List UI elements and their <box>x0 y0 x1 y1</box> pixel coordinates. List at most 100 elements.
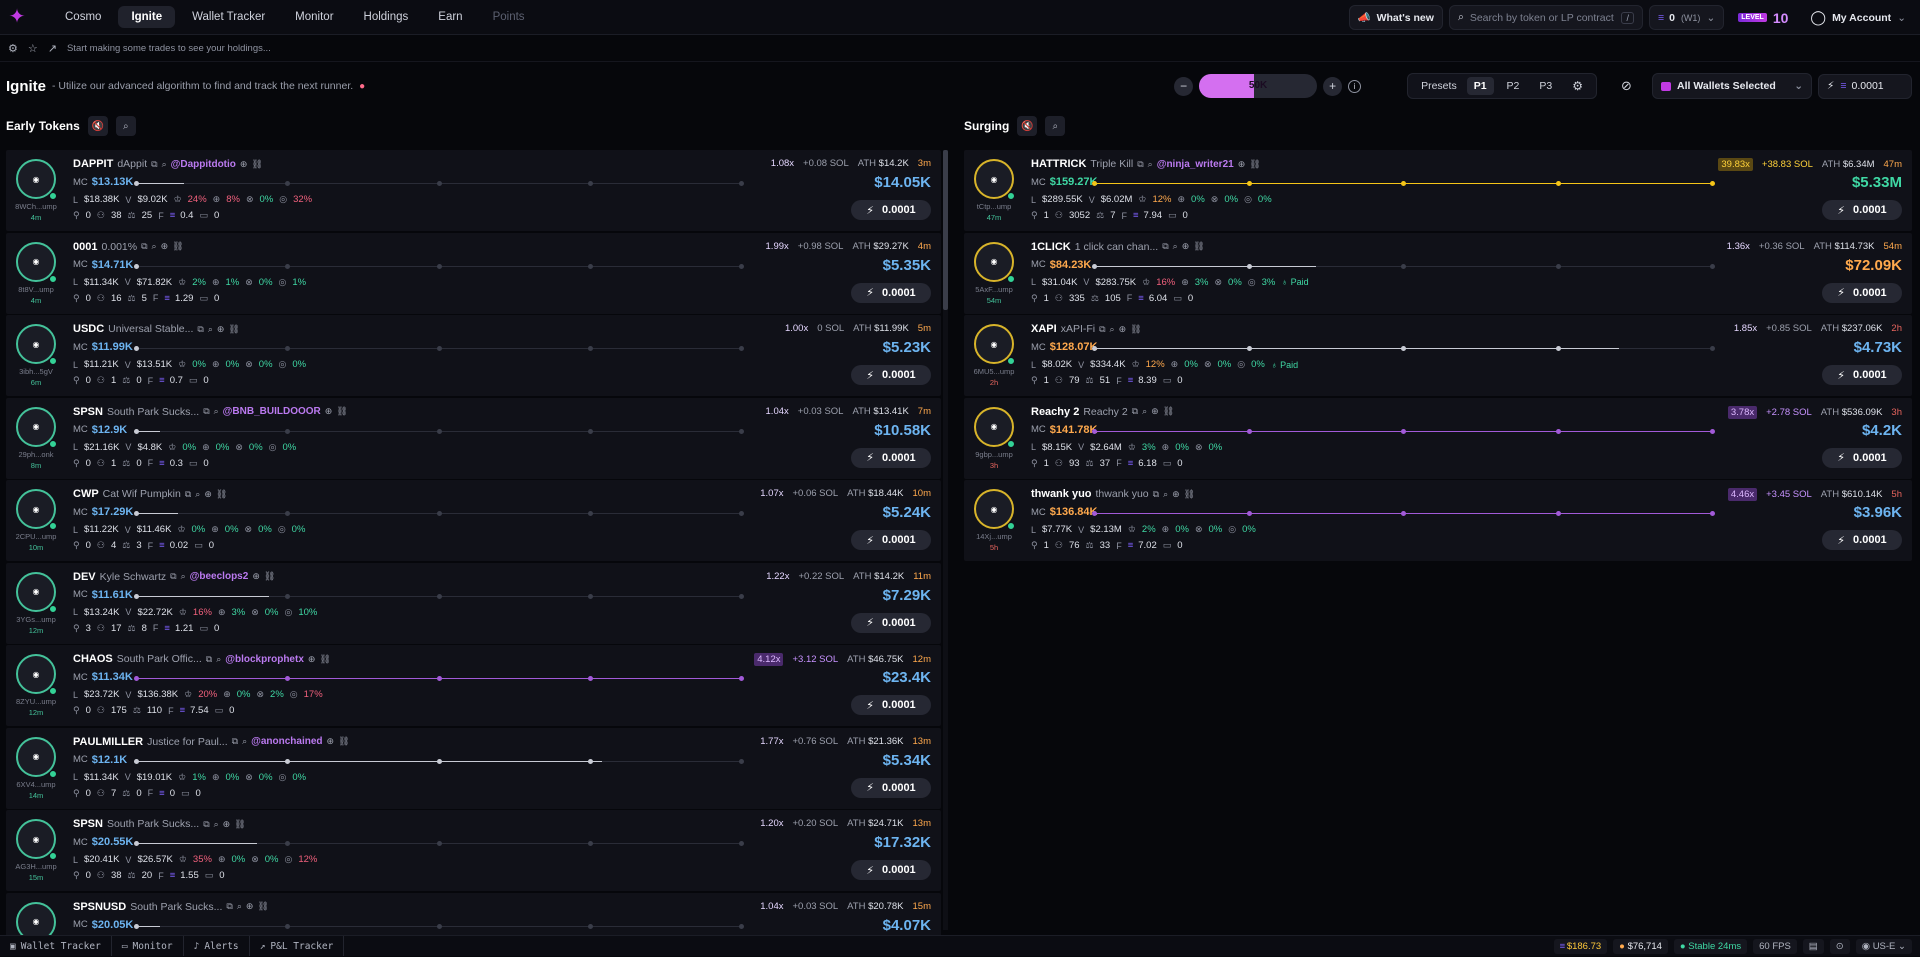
token-address[interactable]: 8ZYU...ump <box>6 697 66 706</box>
quick-buy-button[interactable]: ⚡ 0.0001 <box>851 282 931 303</box>
token-ticker[interactable]: DEV <box>73 571 96 583</box>
twitter-handle[interactable]: @Dappitdotio <box>171 159 236 170</box>
nav-wallet-tracker[interactable]: Wallet Tracker <box>179 6 278 28</box>
link-icon[interactable]: ⛓ <box>228 324 239 335</box>
token-address[interactable]: 3YGs...ump <box>6 615 66 624</box>
token-ticker[interactable]: SPSN <box>73 406 103 418</box>
copy-icon[interactable]: ⧉ <box>1132 406 1138 417</box>
token-ticker[interactable]: 1CLICK <box>1031 241 1071 253</box>
search-icon[interactable]: ⌕ <box>152 241 157 252</box>
copy-icon[interactable]: ⧉ <box>185 489 191 500</box>
quick-buy-amount[interactable]: ⚡ ≡ 0.0001 <box>1818 73 1912 99</box>
token-card[interactable]: ◉ 8ZYU...ump 12m CHAOS South Park Offic.… <box>6 645 941 726</box>
quick-buy-button[interactable]: ⚡ 0.0001 <box>1822 447 1902 468</box>
token-ticker[interactable]: USDC <box>73 323 104 335</box>
token-address[interactable]: 5AxF...ump <box>964 285 1024 294</box>
twitter-handle[interactable]: @anonchained <box>251 736 322 747</box>
token-ticker[interactable]: CWP <box>73 488 99 500</box>
search-icon[interactable]: ⌕ <box>1173 241 1178 252</box>
scrollbar[interactable] <box>943 150 948 930</box>
globe-icon[interactable]: ⊕ <box>240 159 248 170</box>
search-icon[interactable]: ⌕ <box>214 819 219 830</box>
token-card[interactable]: ◉ tCtp...ump 47m HATTRICK Triple Kill ⧉ … <box>964 150 1912 231</box>
search-icon[interactable]: ⌕ <box>208 324 213 335</box>
twitter-handle[interactable]: @beeclops2 <box>190 571 249 582</box>
globe-icon[interactable]: ⊕ <box>325 406 333 417</box>
quick-buy-button[interactable]: ⚡ 0.0001 <box>851 777 931 798</box>
nav-points[interactable]: Points <box>480 6 538 28</box>
search-icon[interactable]: ⌕ <box>216 654 221 665</box>
quick-buy-button[interactable]: ⚡ 0.0001 <box>1822 282 1902 303</box>
whats-new-button[interactable]: 📣 What's new <box>1348 5 1443 30</box>
token-card[interactable]: ◉ 29ph...onk 8m SPSN South Park Sucks...… <box>6 397 941 479</box>
axiom-logo-icon[interactable]: ✦ <box>6 6 28 28</box>
token-card[interactable]: ◉ SPSNUSD South Park Sucks... ⧉ ⌕ ⊕ ⛓ MC… <box>6 892 941 935</box>
link-icon[interactable]: ⛓ <box>264 571 275 582</box>
token-address[interactable]: AG3H...ump <box>6 862 66 871</box>
link-icon[interactable]: ⛓ <box>251 159 262 170</box>
token-ticker[interactable]: XAPI <box>1031 323 1057 335</box>
token-address[interactable]: 6MU5...ump <box>964 367 1024 376</box>
globe-icon[interactable]: ⊕ <box>1172 489 1180 500</box>
nav-ignite[interactable]: Ignite <box>118 6 176 28</box>
gear-icon[interactable]: ⚙ <box>1565 76 1590 96</box>
globe-icon[interactable]: ⊕ <box>161 241 169 252</box>
globe-icon[interactable]: ⊕ <box>327 736 335 747</box>
copy-icon[interactable]: ⧉ <box>226 901 232 912</box>
link-icon[interactable]: ⛓ <box>172 241 183 252</box>
settings-icon[interactable]: ⚙ <box>8 42 18 55</box>
twitter-handle[interactable]: @BNB_BUILDOOOR <box>223 406 321 417</box>
quick-buy-button[interactable]: ⚡ 0.0001 <box>851 530 931 550</box>
token-address[interactable]: 8WCh...ump <box>6 202 66 211</box>
globe-icon[interactable]: ⊕ <box>1238 159 1246 170</box>
link-icon[interactable]: ⛓ <box>216 489 227 500</box>
search-icon[interactable]: ⌕ <box>242 736 247 747</box>
token-ticker[interactable]: SPSNUSD <box>73 901 126 913</box>
copy-icon[interactable]: ⧉ <box>1099 324 1105 335</box>
token-ticker[interactable]: thwank yuo <box>1031 488 1092 500</box>
token-ticker[interactable]: CHAOS <box>73 653 113 665</box>
region-selector[interactable]: ◉ US-E ⌄ <box>1855 939 1912 954</box>
token-card[interactable]: ◉ 5AxF...ump 54m 1CLICK 1 click can chan… <box>964 232 1912 314</box>
globe-icon[interactable]: ⊕ <box>308 654 316 665</box>
copy-icon[interactable]: ⧉ <box>1153 489 1159 500</box>
quick-buy-button[interactable]: ⚡ 0.0001 <box>851 365 931 385</box>
token-card[interactable]: ◉ 3ibh...5gV 6m USDC Universal Stable...… <box>6 315 941 396</box>
token-address[interactable]: 29ph...onk <box>6 450 66 459</box>
copy-icon[interactable]: ⧉ <box>151 159 157 170</box>
search-icon[interactable]: ⌕ <box>1110 324 1115 335</box>
copy-icon[interactable]: ⧉ <box>170 571 176 582</box>
link-icon[interactable]: ⛓ <box>1193 241 1204 252</box>
copy-icon[interactable]: ⧉ <box>203 819 209 830</box>
quick-buy-button[interactable]: ⚡ 0.0001 <box>1822 365 1902 385</box>
copy-icon[interactable]: ⧉ <box>203 406 209 417</box>
token-address[interactable]: 9gbp...ump <box>964 450 1024 459</box>
globe-icon[interactable]: ⊕ <box>252 571 260 582</box>
token-card[interactable]: ◉ 9gbp...ump 3h Reachy 2 Reachy 2 ⧉ ⌕ ⊕ … <box>964 397 1912 479</box>
link-icon[interactable]: ⛓ <box>1130 324 1141 335</box>
search-icon[interactable]: ⌕ <box>1045 116 1066 136</box>
footer-pnl-tracker[interactable]: ↗ P&L Tracker <box>250 936 345 956</box>
quick-buy-button[interactable]: ⚡ 0.0001 <box>1822 530 1902 550</box>
nav-monitor[interactable]: Monitor <box>282 6 346 28</box>
token-ticker[interactable]: DAPPIT <box>73 158 113 170</box>
quick-buy-button[interactable]: ⚡ 0.0001 <box>851 200 931 220</box>
token-card[interactable]: ◉ 6MU5...ump 2h XAPI xAPI-Fi ⧉ ⌕ ⊕ ⛓ MC … <box>964 315 1912 396</box>
balance-selector[interactable]: ≡ 0 (W1) ⌄ <box>1648 5 1725 30</box>
star-icon[interactable]: ☆ <box>28 42 38 55</box>
globe-icon[interactable]: ⊕ <box>1119 324 1127 335</box>
token-card[interactable]: ◉ AG3H...ump 15m SPSN South Park Sucks..… <box>6 810 941 891</box>
link-icon[interactable]: ⛓ <box>1163 406 1174 417</box>
search-icon[interactable]: ⌕ <box>1148 159 1153 170</box>
globe-icon[interactable]: ⊕ <box>246 901 254 912</box>
nav-earn[interactable]: Earn <box>425 6 475 28</box>
token-card[interactable]: ◉ 8WCh...ump 4m DAPPIT dAppit ⧉ ⌕ @Dappi… <box>6 150 941 231</box>
scrollbar-thumb[interactable] <box>943 150 948 310</box>
hide-icon[interactable]: ⊘ <box>1617 77 1636 96</box>
token-ticker[interactable]: PAULMILLER <box>73 736 143 748</box>
token-address[interactable]: tCtp...ump <box>964 202 1024 211</box>
quick-buy-button[interactable]: ⚡ 0.0001 <box>1822 200 1902 220</box>
chart-icon[interactable]: ↗ <box>48 42 57 55</box>
search-icon[interactable]: ⌕ <box>195 489 200 500</box>
mute-icon[interactable]: 🔇 <box>87 116 108 136</box>
